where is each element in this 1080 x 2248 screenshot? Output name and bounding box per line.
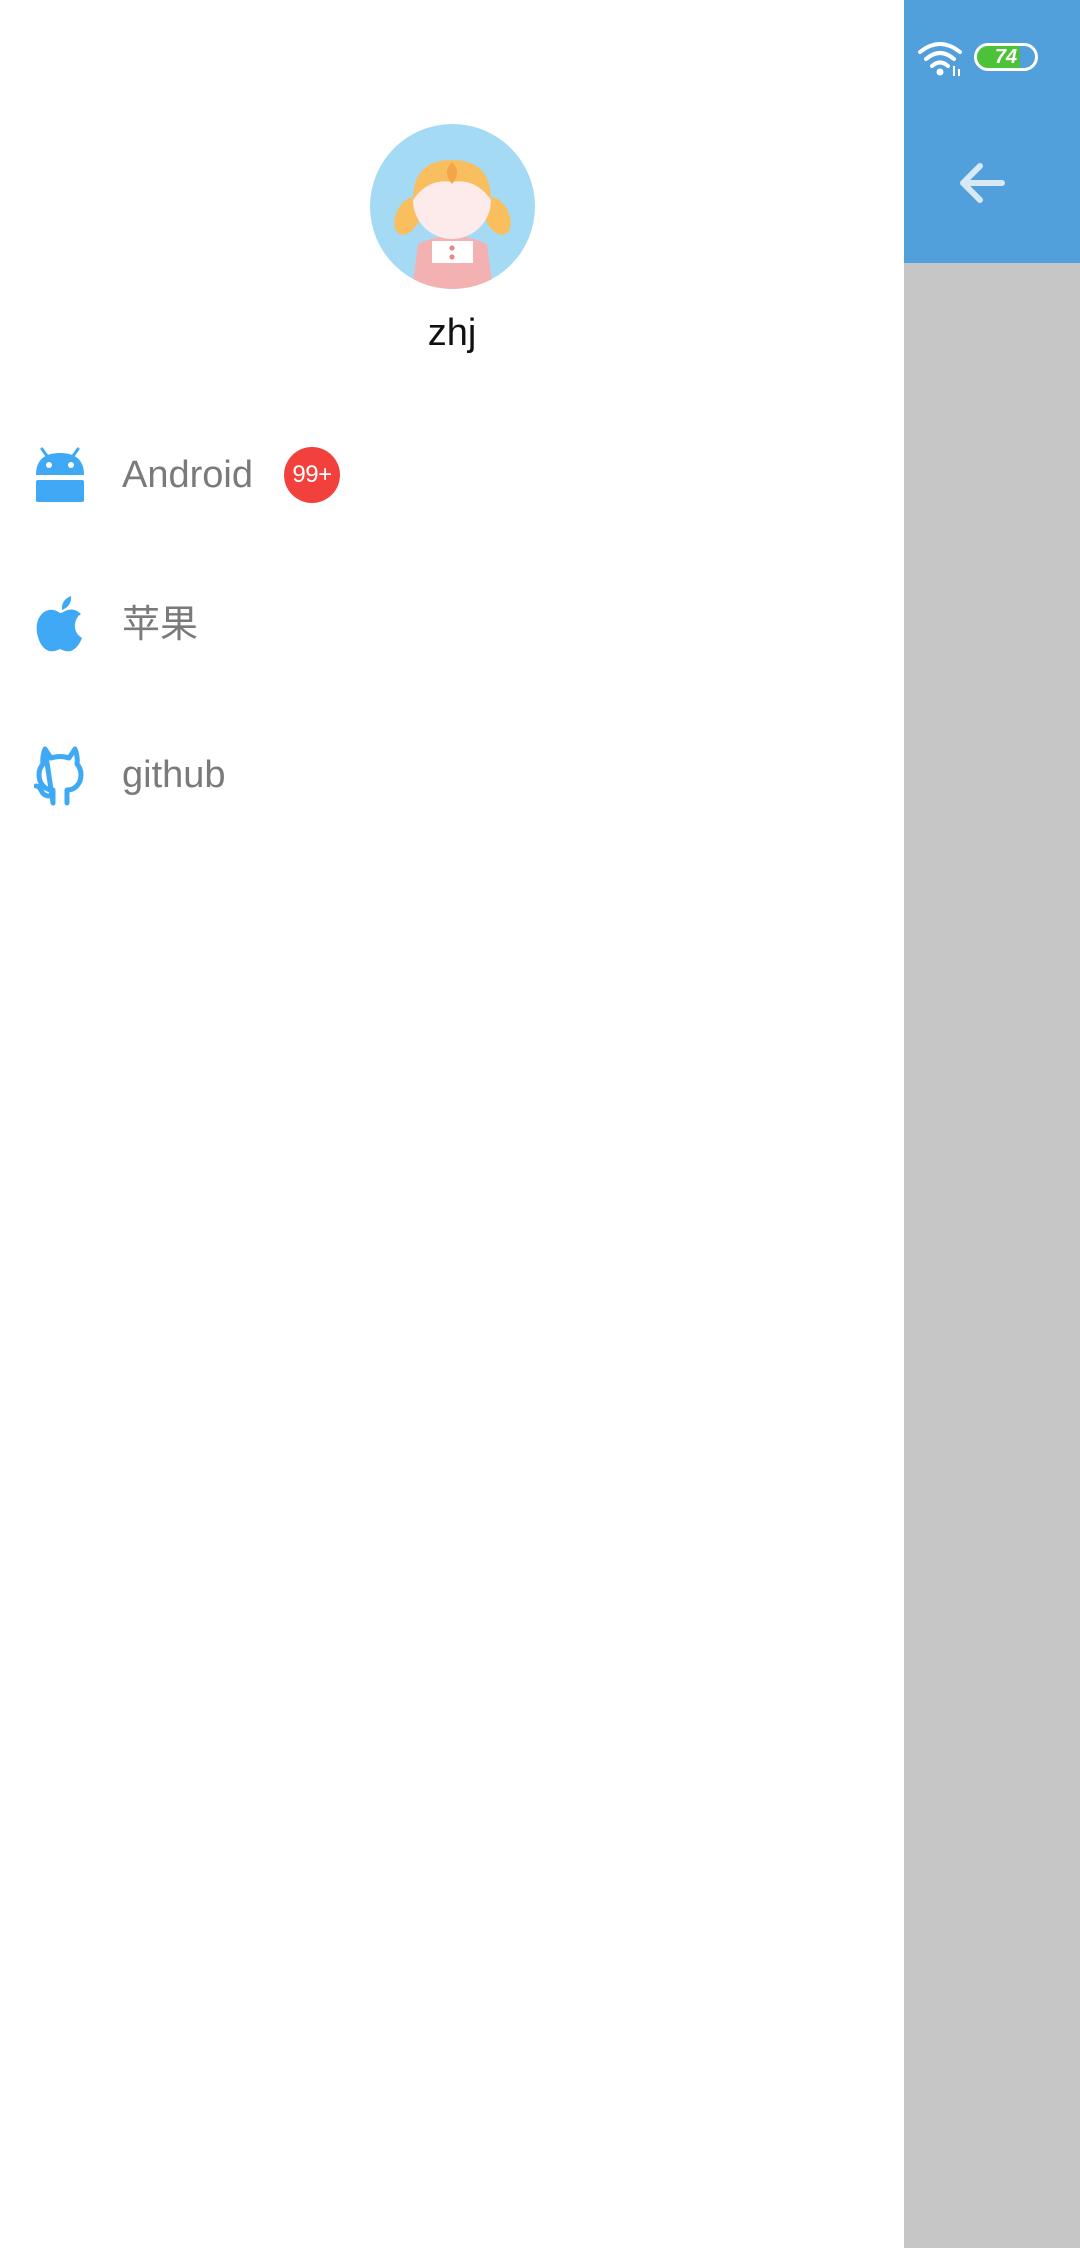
navigation-drawer: zhj Android 99+ 苹果 github: [0, 0, 904, 2248]
app-header: 74: [904, 0, 1080, 263]
menu-item-android[interactable]: Android 99+: [0, 400, 904, 550]
arrow-left-icon[interactable]: [954, 155, 1010, 211]
menu-item-label: github: [122, 754, 226, 796]
battery-level: 74: [994, 46, 1018, 68]
username: zhj: [427, 312, 477, 354]
menu-item-github[interactable]: github: [0, 700, 904, 850]
battery-indicator: 74: [974, 43, 1038, 71]
menu-item-label: 苹果: [122, 604, 199, 646]
menu-item-apple[interactable]: 苹果: [0, 550, 904, 700]
github-icon: [34, 746, 84, 806]
android-icon: [36, 447, 84, 502]
avatar[interactable]: [370, 124, 535, 289]
menu-item-label: Android: [122, 454, 253, 496]
wifi-icon: [918, 42, 962, 76]
apple-icon: [36, 596, 82, 652]
notification-badge: 99+: [284, 447, 340, 503]
underlay-scrim[interactable]: 74: [904, 0, 1080, 2248]
girl-avatar-icon: [394, 160, 511, 289]
